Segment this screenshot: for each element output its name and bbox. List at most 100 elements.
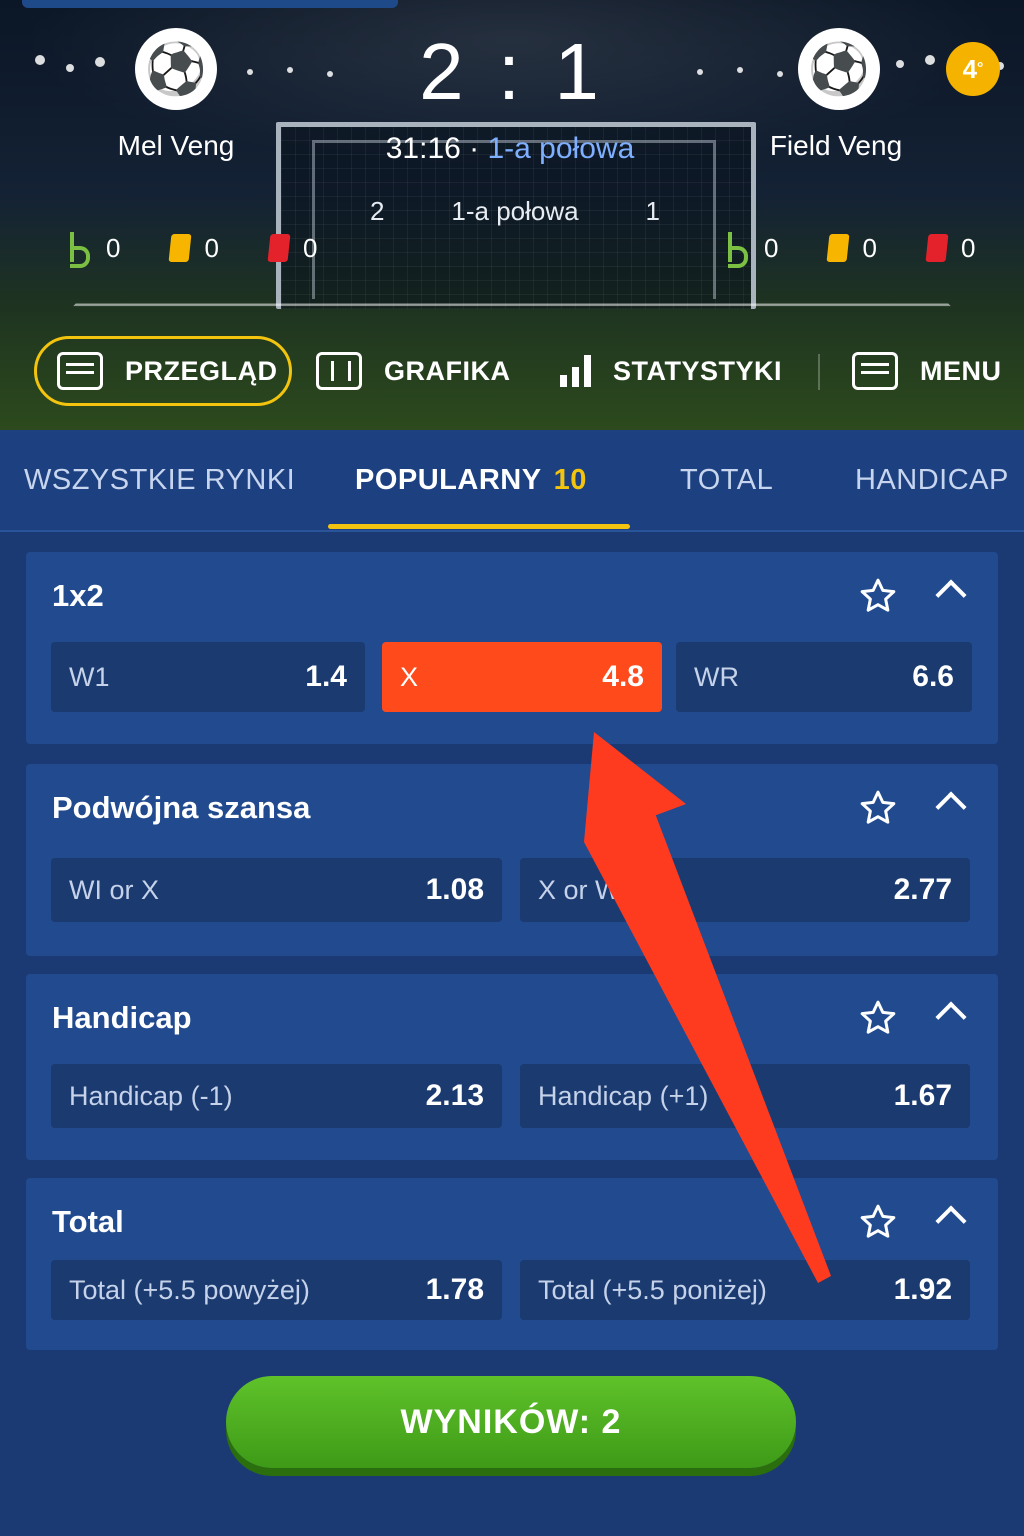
home-team-name: Mel Veng [117,130,235,161]
star-icon[interactable] [858,998,898,1038]
away-corners: 0 [764,232,779,263]
clock-separator: · [460,132,488,165]
red-card-icon [267,234,291,262]
tab-popular-label: POPULARNY [355,464,542,496]
nav-menu[interactable]: MENU [852,336,1024,406]
results-button[interactable]: WYNIKÓW: 2 [226,1376,796,1468]
away-stats: 0 0 0 [724,232,976,268]
market-title: Podwójna szansa [52,790,311,825]
half-score-away: 1 [645,196,660,226]
half-score-row: 2 1-a połowa 1 [370,196,660,227]
market-title: Total [52,1204,124,1239]
corner-flag-icon [66,232,92,268]
match-phase: 1-a połowa [487,132,635,165]
nav-graphics[interactable]: GRAFIKA [316,336,511,406]
odd-value: 1.08 [425,873,484,906]
away-team-logo: ⚽ [798,28,880,110]
bar-chart-icon [560,355,591,387]
market-title: Handicap [52,1000,192,1035]
odd-button[interactable]: WI or X 1.08 [51,858,502,922]
home-red-cards: 0 [302,232,318,263]
live-badge[interactable]: 4 ° [946,42,1000,96]
market-total: Total Total (+5.5 powyżej) 1.78 Total (+… [26,1178,998,1350]
list-icon [57,352,103,390]
odd-label: X [400,661,419,692]
home-team-logo: ⚽ [135,28,217,110]
nav-stats-label: STATYSTYKI [613,355,783,386]
corner-flag-icon [724,232,750,268]
odd-label: Total (+5.5 powyżej) [69,1274,310,1305]
market-handicap: Handicap Handicap (-1) 2.13 Handicap (+1… [26,974,998,1160]
list-icon [852,352,898,390]
score-separator: : [497,27,527,116]
market-double-chance: Podwójna szansa WI or X 1.08 X or WR 2.7… [26,764,998,956]
odd-label: WR [694,661,739,692]
chevron-up-icon[interactable] [935,791,967,823]
odd-value: 2.13 [425,1079,484,1112]
odd-value: 4.8 [602,660,644,693]
degree-icon: ° [977,60,984,77]
star-icon[interactable] [858,576,898,616]
yellow-card-icon [826,234,850,262]
odd-value: 2.77 [893,873,952,906]
match-header: ⚽ ⚽ 4 ° Mel Veng Field Veng 2 : 1 31:16 ·… [0,0,1024,430]
market-tabs: WSZYSTKIE RYNKI POPULARNY 10 TOTAL HANDIC… [0,430,1024,532]
clock-time: 31:16 [385,132,461,165]
tab-total[interactable]: TOTAL [680,464,773,497]
home-yellow-cards: 0 [204,232,219,263]
odd-button[interactable]: Handicap (+1) 1.67 [520,1064,970,1128]
field-icon [316,352,362,390]
odd-button[interactable]: Total (+5.5 poniżej) 1.92 [520,1260,970,1320]
nav-graphics-label: GRAFIKA [384,355,511,386]
match-score: 2 : 1 [362,26,662,118]
home-corners: 0 [106,232,121,263]
nav-overview-label: PRZEGLĄD [125,355,278,386]
odd-button[interactable]: WR 6.6 [676,642,972,712]
odd-label: WI or X [69,874,160,905]
home-stats: 0 0 0 [66,232,318,268]
half-score-home: 2 [370,196,385,226]
active-tab-indicator [328,524,630,529]
away-red-cards: 0 [960,232,976,263]
odd-label: Handicap (+1) [538,1080,709,1111]
odd-value: 1.4 [305,660,347,693]
odd-value: 6.6 [912,660,954,693]
odd-button-selected[interactable]: X 4.8 [382,642,662,712]
nav-separator [818,354,820,390]
odd-label: Total (+5.5 poniżej) [538,1274,767,1305]
odd-button[interactable]: Handicap (-1) 2.13 [51,1064,502,1128]
tab-all-markets[interactable]: WSZYSTKIE RYNKI [24,464,295,497]
red-card-icon [925,234,949,262]
chevron-up-icon[interactable] [935,1001,967,1033]
soccer-ball-icon: ⚽ [807,40,871,97]
odd-value: 1.67 [893,1079,952,1112]
away-team-name: Field Veng [769,130,903,161]
odd-label: Handicap (-1) [69,1080,233,1111]
odd-button[interactable]: W1 1.4 [51,642,365,712]
yellow-card-icon [168,234,192,262]
star-icon[interactable] [858,1202,898,1242]
chevron-up-icon[interactable] [935,579,967,611]
match-nav: PRZEGLĄD GRAFIKA STATYSTYKI MENU [0,336,1024,410]
tab-popular-count: 10 [553,464,587,496]
star-icon[interactable] [858,788,898,828]
market-title: 1x2 [52,578,104,613]
nav-stats[interactable]: STATYSTYKI [560,336,782,406]
away-yellow-cards: 0 [862,232,877,263]
tab-handicap[interactable]: HANDICAP [855,464,1009,497]
nav-overview[interactable]: PRZEGLĄD [34,336,292,406]
market-1x2: 1x2 W1 1.4 X 4.8 WR 6.6 [26,552,998,744]
nav-menu-label: MENU [920,355,1002,386]
odd-value: 1.92 [893,1273,952,1306]
odd-label: W1 [69,661,110,692]
odd-button[interactable]: Total (+5.5 powyżej) 1.78 [51,1260,502,1320]
odd-label: X or WR [538,874,641,905]
odd-value: 1.78 [425,1273,484,1306]
half-score-label: 1-a połowa [451,196,579,226]
score-home: 2 [419,27,470,116]
odd-button[interactable]: X or WR 2.77 [520,858,970,922]
tab-popular[interactable]: POPULARNY 10 [355,464,587,497]
soccer-ball-icon: ⚽ [144,40,208,97]
chevron-up-icon[interactable] [935,1205,967,1237]
match-clock: 31:16 · 1-a połowa [320,132,700,166]
